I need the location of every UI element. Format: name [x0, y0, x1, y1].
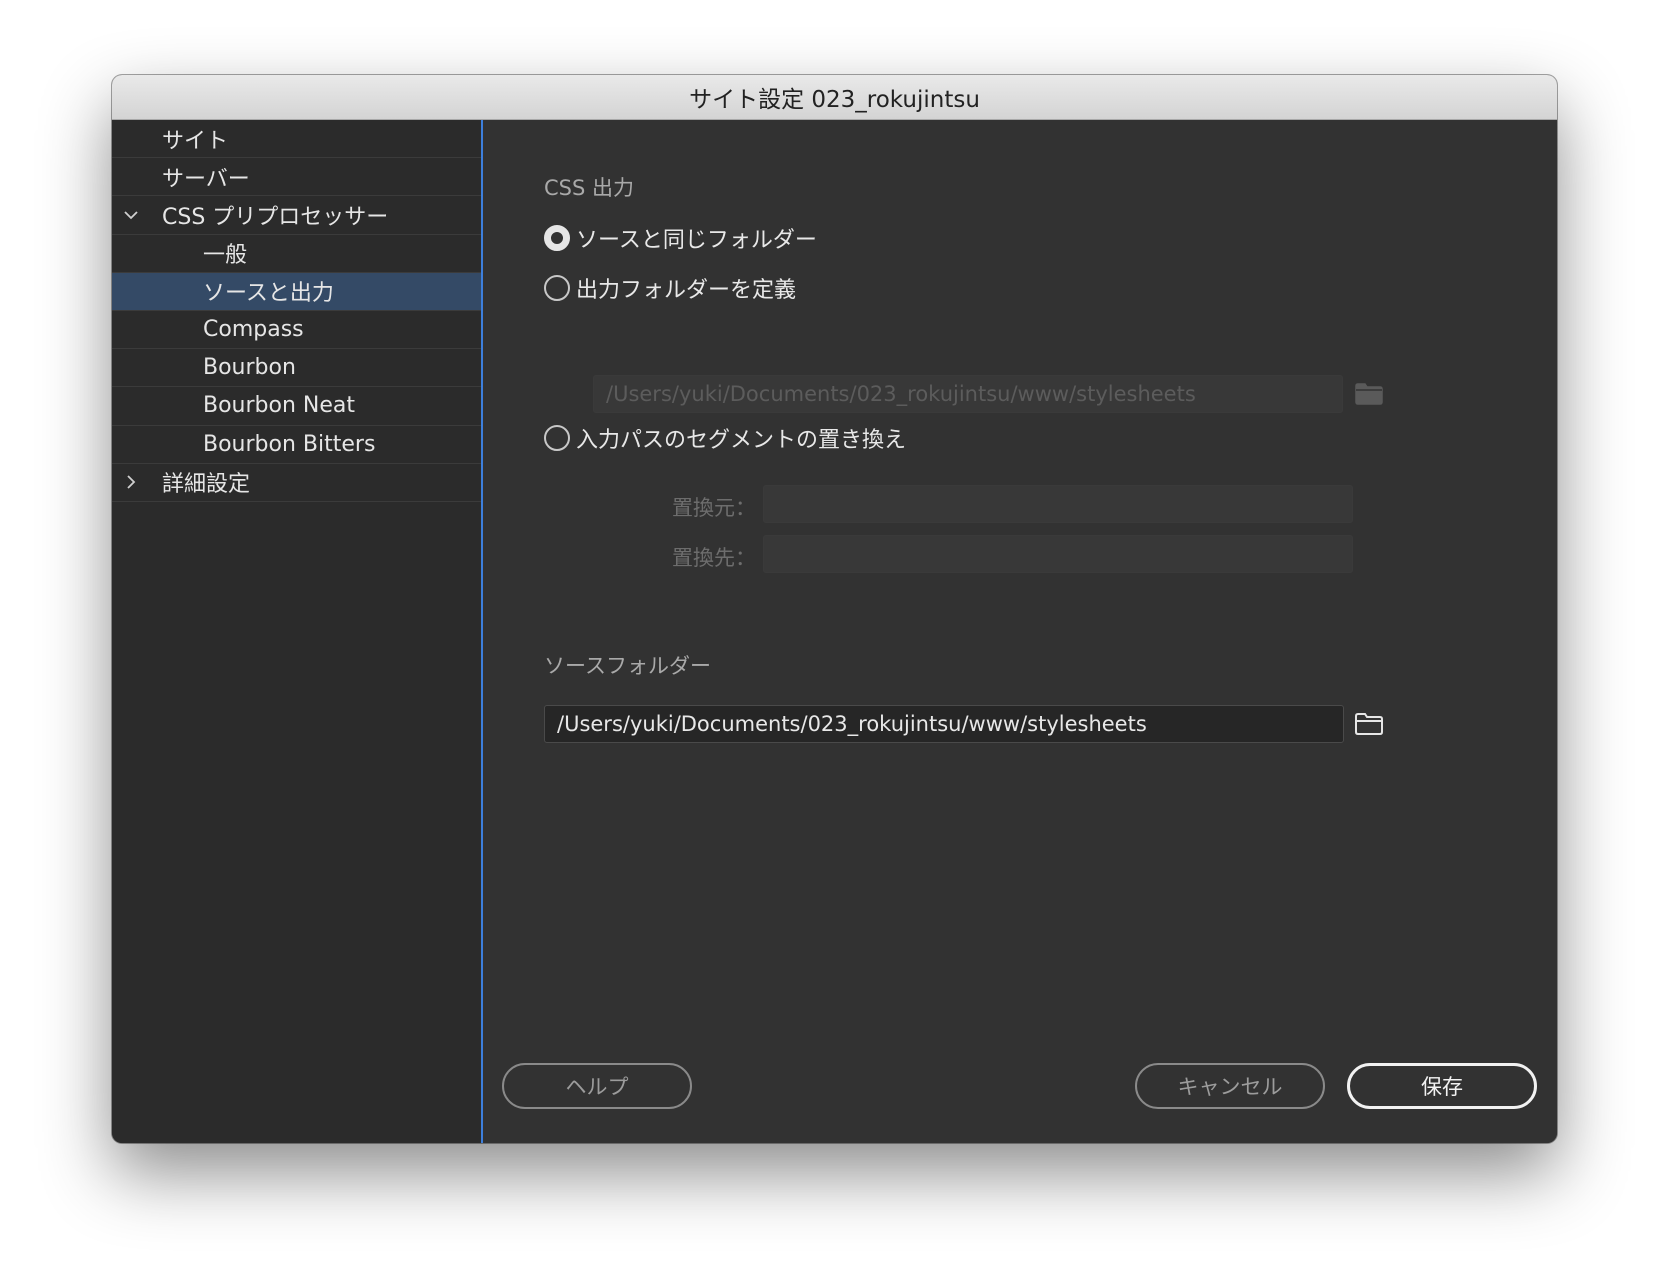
radio-same-folder-label: ソースと同じフォルダー	[576, 228, 817, 253]
sidebar-item-label: 詳細設定	[162, 472, 251, 498]
sidebar-item[interactable]: ソースと出力	[112, 272, 481, 311]
sidebar-item-label: サーバー	[162, 166, 250, 192]
radio-define-output-folder[interactable]: 出力フォルダーを定義	[544, 272, 796, 304]
sidebar-item[interactable]: Bourbon Bitters	[112, 426, 481, 464]
sidebar-item-label: Compass	[203, 317, 304, 343]
sidebar-item-label: サイト	[162, 128, 229, 154]
sidebar-item[interactable]: サイト	[112, 120, 481, 159]
sidebar-item-label: CSS プリプロセッサー	[162, 204, 389, 230]
sidebar-item-label: Bourbon Neat	[203, 393, 356, 419]
radio-button[interactable]	[544, 275, 570, 301]
sidebar-item[interactable]: Bourbon	[112, 349, 481, 388]
radio-replace-segment[interactable]: 入力パスのセグメントの置き換え	[544, 422, 906, 454]
window-title: サイト設定 023_rokujintsu	[112, 75, 1557, 120]
folder-icon[interactable]	[1354, 381, 1384, 407]
save-button[interactable]: 保存	[1347, 1063, 1537, 1109]
sidebar-item[interactable]: Bourbon Neat	[112, 387, 481, 426]
source-folder-field[interactable]: /Users/yuki/Documents/023_rokujintsu/www…	[544, 705, 1344, 743]
sidebar-item[interactable]: Compass	[112, 311, 481, 350]
sidebar-item-label: ソースと出力	[203, 281, 334, 307]
chevron-right-icon[interactable]	[122, 473, 140, 491]
replace-from-label: 置換元：	[672, 496, 756, 520]
sidebar-nav-list: サイトサーバー CSS プリプロセッサー一般ソースと出力 Compass Bourbo…	[112, 120, 481, 502]
sidebar-item[interactable]: 一般	[112, 235, 481, 273]
radio-replace-segment-label: 入力パスのセグメントの置き換え	[576, 428, 907, 453]
replace-to-label: 置換先：	[672, 546, 756, 570]
settings-main-panel: CSS 出力 ソースと同じフォルダー 出力フォルダーを定義 /Users/yuk…	[483, 120, 1557, 1143]
cancel-button[interactable]: キャンセル	[1135, 1063, 1325, 1109]
radio-same-folder[interactable]: ソースと同じフォルダー	[544, 222, 817, 254]
sidebar-item-label: Bourbon	[203, 355, 296, 381]
settings-sidebar: サイトサーバー CSS プリプロセッサー一般ソースと出力 Compass Bourbo…	[112, 120, 481, 1143]
css-output-heading: CSS 出力	[544, 176, 634, 200]
help-button[interactable]: ヘルプ	[502, 1063, 692, 1109]
sidebar-item-label: 一般	[203, 243, 248, 269]
sidebar-item[interactable]: 詳細設定	[112, 464, 481, 502]
replace-from-field[interactable]	[763, 485, 1353, 523]
sidebar-item[interactable]: サーバー	[112, 158, 481, 197]
sidebar-item-label: Bourbon Bitters	[203, 431, 376, 457]
folder-icon[interactable]	[1354, 711, 1384, 737]
chevron-down-icon[interactable]	[122, 206, 140, 224]
output-folder-field[interactable]: /Users/yuki/Documents/023_rokujintsu/www…	[593, 375, 1343, 413]
sidebar-item[interactable]: CSS プリプロセッサー	[112, 196, 481, 235]
replace-to-field[interactable]	[763, 535, 1353, 573]
radio-button-checked[interactable]	[544, 225, 570, 251]
site-settings-dialog: サイト設定 023_rokujintsu サイトサーバー CSS プリプロセッサー…	[112, 75, 1557, 1143]
radio-button[interactable]	[544, 425, 570, 451]
radio-define-output-label: 出力フォルダーを定義	[576, 278, 797, 303]
source-folder-heading: ソースフォルダー	[544, 654, 711, 678]
